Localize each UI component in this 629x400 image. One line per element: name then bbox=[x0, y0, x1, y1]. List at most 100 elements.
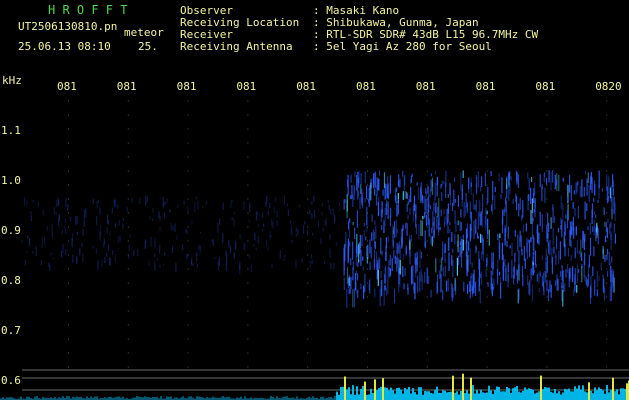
signal-streak bbox=[276, 211, 278, 217]
grid-dash bbox=[486, 338, 488, 340]
grid-dash bbox=[426, 296, 428, 298]
signal-streak bbox=[257, 224, 259, 227]
level-bar bbox=[488, 385, 490, 400]
signal-streak bbox=[385, 287, 387, 296]
signal-streak bbox=[422, 215, 424, 220]
signal-streak bbox=[565, 214, 567, 219]
signal-streak bbox=[217, 260, 219, 271]
signal-streak bbox=[411, 267, 413, 284]
signal-streak bbox=[558, 251, 560, 265]
signal-streak bbox=[604, 287, 606, 301]
level-bar bbox=[270, 396, 272, 400]
grid-dash bbox=[187, 324, 189, 326]
signal-streak bbox=[488, 229, 490, 246]
level-bar bbox=[438, 392, 440, 400]
level-bar bbox=[544, 387, 546, 400]
signal-streak bbox=[441, 192, 443, 201]
signal-streak bbox=[372, 229, 375, 240]
signal-streak bbox=[254, 232, 256, 241]
signal-streak bbox=[83, 219, 85, 227]
signal-streak bbox=[421, 220, 423, 237]
signal-streak bbox=[570, 239, 572, 248]
level-bar bbox=[308, 396, 310, 400]
grid-dash bbox=[486, 240, 488, 242]
signal-streak bbox=[438, 270, 441, 280]
signal-streak bbox=[462, 170, 464, 178]
signal-streak bbox=[475, 245, 477, 254]
signal-streak bbox=[490, 204, 493, 212]
level-bar bbox=[376, 390, 378, 400]
level-bar bbox=[286, 396, 288, 400]
level-bar bbox=[414, 392, 416, 400]
signal-streak bbox=[403, 283, 405, 290]
signal-streak bbox=[499, 233, 501, 238]
level-bar bbox=[90, 396, 92, 400]
signal-streak bbox=[290, 220, 292, 224]
grid-dash bbox=[606, 156, 608, 158]
level-bar bbox=[580, 389, 582, 400]
level-bar bbox=[244, 396, 246, 400]
signal-streak bbox=[350, 195, 352, 199]
signal-streak bbox=[330, 263, 332, 269]
signal-streak bbox=[496, 269, 499, 285]
grid-dash bbox=[187, 254, 189, 256]
signal-streak bbox=[468, 177, 470, 190]
signal-streak bbox=[72, 233, 74, 241]
signal-streak bbox=[505, 200, 507, 213]
signal-streak bbox=[443, 181, 445, 185]
grid-dash bbox=[606, 366, 608, 368]
level-bar bbox=[510, 393, 512, 400]
grid-dash bbox=[68, 114, 69, 116]
signal-streak bbox=[440, 209, 442, 217]
grid-dash bbox=[367, 268, 368, 270]
level-bar bbox=[312, 396, 314, 400]
signal-streak bbox=[408, 199, 410, 203]
signal-streak bbox=[99, 207, 101, 215]
level-bar bbox=[600, 389, 602, 400]
level-bar bbox=[556, 393, 558, 400]
signal-streak bbox=[349, 229, 351, 239]
signal-streak bbox=[507, 274, 509, 288]
level-bar bbox=[406, 389, 408, 400]
signal-streak bbox=[576, 182, 578, 193]
signal-streak bbox=[485, 208, 487, 226]
signal-streak bbox=[362, 265, 364, 271]
freq-unit-label: kHz bbox=[2, 74, 22, 87]
signal-streak bbox=[104, 257, 106, 263]
grid-dash bbox=[68, 170, 69, 172]
grid-dash bbox=[426, 366, 428, 368]
signal-streak bbox=[191, 260, 193, 266]
signal-streak bbox=[96, 216, 98, 226]
signal-streak bbox=[441, 257, 443, 272]
signal-streak bbox=[170, 222, 172, 231]
signal-streak bbox=[482, 240, 484, 255]
signal-streak bbox=[262, 228, 264, 232]
signal-streak bbox=[92, 198, 94, 204]
signal-streak bbox=[525, 223, 527, 232]
signal-streak bbox=[96, 201, 98, 209]
signal-streak bbox=[531, 209, 533, 225]
level-bar bbox=[484, 392, 486, 400]
grid-dash bbox=[68, 240, 69, 242]
signal-streak bbox=[369, 240, 371, 254]
signal-streak bbox=[514, 252, 516, 263]
signal-streak bbox=[393, 250, 395, 259]
level-bar bbox=[604, 393, 606, 400]
level-bar bbox=[166, 396, 168, 400]
signal-streak bbox=[454, 233, 456, 245]
signal-streak bbox=[311, 213, 313, 219]
freq-tick-label: 1.1 bbox=[1, 124, 21, 137]
signal-streak bbox=[106, 214, 109, 225]
signal-streak bbox=[578, 250, 580, 255]
signal-streak bbox=[380, 209, 382, 223]
signal-streak bbox=[429, 188, 431, 198]
signal-streak bbox=[76, 215, 78, 224]
level-bar bbox=[486, 392, 488, 400]
signal-streak bbox=[386, 199, 388, 207]
grid-dash bbox=[68, 366, 69, 368]
signal-streak bbox=[419, 271, 421, 289]
signal-streak bbox=[532, 262, 534, 266]
signal-streak bbox=[410, 187, 412, 202]
level-bar bbox=[626, 383, 628, 400]
signal-streak bbox=[521, 249, 523, 256]
